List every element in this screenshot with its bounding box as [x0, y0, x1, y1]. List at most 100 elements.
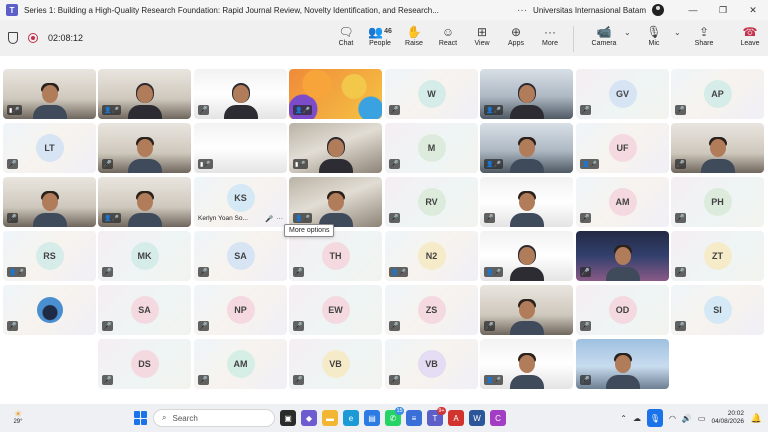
- close-button[interactable]: ✕: [738, 5, 768, 16]
- chat-button[interactable]: 🗨 Chat: [329, 24, 363, 47]
- participant-tile[interactable]: 🎤: [3, 285, 96, 335]
- participant-tile[interactable]: 👤🎤: [480, 231, 573, 281]
- participant-tile[interactable]: OD 🎤: [576, 285, 669, 335]
- restore-button[interactable]: ❐: [708, 5, 738, 16]
- grid-view-icon: ⊞: [476, 25, 488, 39]
- copilot-icon[interactable]: ◆: [301, 410, 317, 426]
- mic-muted-icon: 👤🎤: [484, 159, 503, 169]
- participant-tile[interactable]: 👤🎤: [480, 69, 573, 119]
- participant-tile[interactable]: AM 🎤: [194, 339, 287, 389]
- notepad-icon[interactable]: ≡: [406, 410, 422, 426]
- participant-tile[interactable]: TH 🎤: [289, 231, 382, 281]
- camera-button[interactable]: 📹 Camera: [584, 24, 624, 47]
- participant-tile[interactable]: 👤🎤: [98, 69, 191, 119]
- start-button[interactable]: [134, 411, 148, 425]
- participant-tile[interactable]: NP 🎤: [194, 285, 287, 335]
- pdf-reader-icon[interactable]: A: [448, 410, 464, 426]
- whatsapp-icon[interactable]: ✆ 15: [385, 407, 404, 426]
- participant-tile[interactable]: 🎤: [671, 123, 764, 173]
- canva-icon[interactable]: C: [490, 410, 506, 426]
- participant-tile[interactable]: VB 🎤: [385, 339, 478, 389]
- shield-icon[interactable]: [8, 32, 18, 44]
- taskbar-search[interactable]: ⌕ Search: [153, 409, 275, 427]
- task-view-icon[interactable]: ▣: [280, 410, 296, 426]
- people-button[interactable]: 👥 46 People: [363, 24, 397, 47]
- participant-tile[interactable]: AM 🎤: [576, 177, 669, 227]
- leave-button[interactable]: ☎ Leave: [732, 24, 768, 47]
- camera-options-chevron-icon[interactable]: ⌄: [624, 28, 634, 37]
- participant-tile-hovered[interactable]: KS Kerlyn Yoan So... 🎤 ···: [194, 177, 287, 227]
- participant-tile[interactable]: RS 👤🎤: [3, 231, 96, 281]
- edge-icon[interactable]: e: [343, 410, 359, 426]
- organization-name[interactable]: Universitas Internasional Batam: [533, 6, 646, 15]
- participant-tile[interactable]: W 🎤: [385, 69, 478, 119]
- wifi-icon[interactable]: ◠: [669, 414, 676, 423]
- participant-tile[interactable]: 🎤: [480, 285, 573, 335]
- participant-tile[interactable]: AP 🎤: [671, 69, 764, 119]
- participant-tile[interactable]: SI 🎤: [671, 285, 764, 335]
- participant-tile[interactable]: MK 🎤: [98, 231, 191, 281]
- mic-muted-icon: 🎤: [265, 215, 274, 223]
- microphone-icon: 🎙: [646, 25, 662, 39]
- participant-tile[interactable]: VB 🎤: [289, 339, 382, 389]
- minimize-button[interactable]: —: [678, 5, 708, 15]
- participant-tile[interactable]: 👤🎤: [480, 123, 573, 173]
- react-button[interactable]: ☺ React: [431, 24, 465, 47]
- participant-tile[interactable]: 👤🎤: [480, 339, 573, 389]
- title-more-button[interactable]: ···: [511, 5, 533, 16]
- participant-tile[interactable]: DS 🎤: [98, 339, 191, 389]
- participant-tile[interactable]: ZT 🎤: [671, 231, 764, 281]
- mic-muted-icon: 🎤: [675, 213, 686, 223]
- word-icon[interactable]: W: [469, 410, 485, 426]
- weather-widget[interactable]: ☀ 29°: [0, 410, 36, 426]
- participant-tile[interactable]: 🎤: [3, 177, 96, 227]
- participant-initials: PH: [703, 188, 732, 216]
- participant-tile[interactable]: 🎤: [480, 177, 573, 227]
- raise-hand-button[interactable]: ✋ Raise: [397, 24, 431, 47]
- more-button[interactable]: ··· More: [533, 24, 567, 47]
- volume-icon[interactable]: 🔊: [682, 414, 692, 423]
- participant-tile[interactable]: ▮🎤: [194, 123, 287, 173]
- participant-tile[interactable]: GV 🎤: [576, 69, 669, 119]
- participant-tile[interactable]: ▮🎤: [289, 123, 382, 173]
- microphone-active-icon[interactable]: 🎙: [646, 409, 663, 427]
- participant-tile[interactable]: LT 🎤: [3, 123, 96, 173]
- file-explorer-icon[interactable]: ▬: [322, 410, 338, 426]
- participant-tile[interactable]: 👤🎤: [289, 177, 382, 227]
- participant-tile[interactable]: 🎤: [576, 231, 669, 281]
- notification-bell-icon[interactable]: 🔔: [751, 413, 762, 424]
- participant-tile[interactable]: 👤🎤: [289, 69, 382, 119]
- participant-tile[interactable]: 👤🎤: [98, 177, 191, 227]
- teams-icon[interactable]: T 9+: [427, 407, 446, 426]
- participant-tile[interactable]: EW 🎤: [289, 285, 382, 335]
- participant-tile[interactable]: 🎤: [194, 69, 287, 119]
- participant-tile[interactable]: ▮🎤: [3, 69, 96, 119]
- store-icon[interactable]: ▤: [364, 410, 380, 426]
- participant-tile[interactable]: M 🎤: [385, 123, 478, 173]
- mic-options-chevron-icon[interactable]: ⌄: [674, 28, 684, 37]
- share-button[interactable]: ⇪ Share: [684, 24, 724, 47]
- participant-tile[interactable]: PH 🎤: [671, 177, 764, 227]
- participant-tile[interactable]: RV 🎤: [385, 177, 478, 227]
- participant-initials: ZT: [703, 242, 732, 270]
- account-avatar[interactable]: [652, 4, 664, 16]
- participant-tile[interactable]: N2 👤🎤: [385, 231, 478, 281]
- more-options-icon[interactable]: ···: [277, 215, 284, 222]
- mic-muted-icon: 👤🎤: [293, 213, 312, 223]
- apps-button[interactable]: ⊕ Apps: [499, 24, 533, 47]
- participant-tile[interactable]: ZS 🎤: [385, 285, 478, 335]
- participant-tile[interactable]: 🎤: [576, 339, 669, 389]
- participant-tile[interactable]: SA 🎤: [98, 285, 191, 335]
- participant-tile[interactable]: SA 🎤: [194, 231, 287, 281]
- participant-video: [605, 245, 640, 281]
- chevron-up-icon[interactable]: ⌃: [620, 414, 627, 423]
- participant-initials: SA: [130, 296, 159, 324]
- cloud-icon[interactable]: ☁: [633, 414, 641, 423]
- view-button[interactable]: ⊞ View: [465, 24, 499, 47]
- mic-button[interactable]: 🎙 Mic: [634, 24, 674, 47]
- participant-tile[interactable]: 🎤: [98, 123, 191, 173]
- participant-video: [32, 83, 67, 119]
- battery-icon[interactable]: ▭: [698, 414, 706, 423]
- participant-tile[interactable]: UF 👤🎤: [576, 123, 669, 173]
- clock[interactable]: 20:02 04/08/2026: [711, 410, 744, 426]
